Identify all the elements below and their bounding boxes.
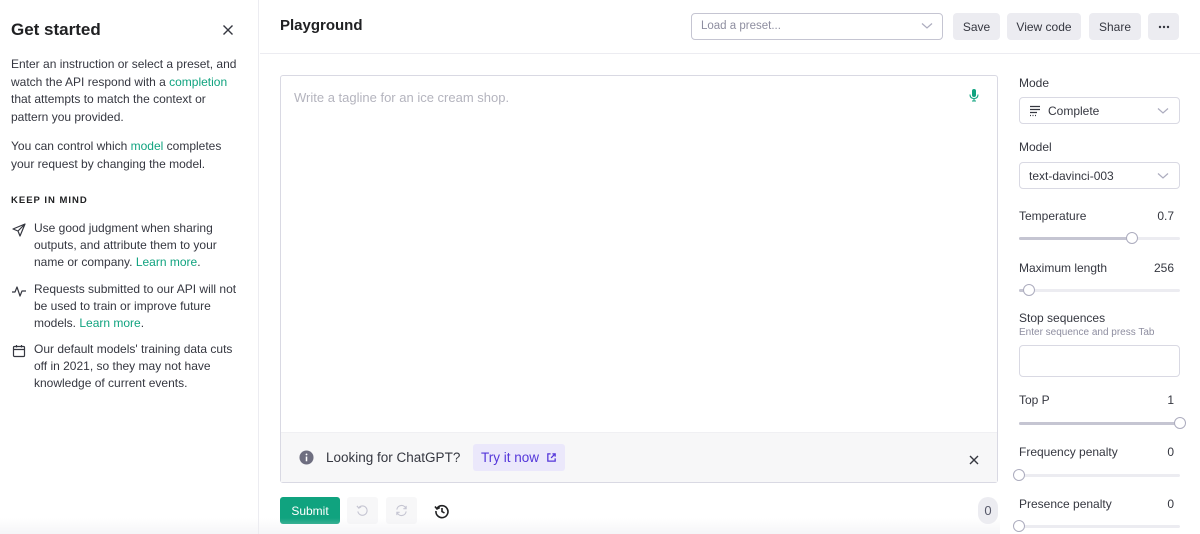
chatgpt-banner: Looking for ChatGPT? Try it now xyxy=(281,432,997,482)
token-count: 0 xyxy=(978,497,998,524)
slider-track xyxy=(1019,289,1180,292)
view-code-button[interactable]: View code xyxy=(1007,13,1081,40)
model-label: Model xyxy=(1019,140,1052,154)
model-link[interactable]: model xyxy=(131,139,164,153)
frequency-penalty-value: 0 xyxy=(1167,445,1174,459)
share-button[interactable]: Share xyxy=(1089,13,1141,40)
tip-item: Our default models' training data cuts o… xyxy=(11,341,247,392)
model-select[interactable]: text-davinci-003 xyxy=(1019,162,1180,189)
top-p-label: Top P xyxy=(1019,393,1050,407)
learn-more-link[interactable]: Learn more xyxy=(79,316,140,330)
close-banner-button[interactable] xyxy=(969,452,979,470)
history-button[interactable] xyxy=(426,497,457,524)
microphone-button[interactable] xyxy=(969,88,979,107)
history-icon xyxy=(433,504,449,518)
model-paragraph: You can control which model completes yo… xyxy=(11,138,243,173)
top-p-value: 1 xyxy=(1167,393,1174,407)
slider-fill xyxy=(1019,422,1180,425)
more-icon xyxy=(1158,25,1169,28)
frequency-penalty-label: Frequency penalty xyxy=(1019,445,1118,459)
slider-thumb[interactable] xyxy=(1013,520,1025,532)
load-preset-select[interactable]: Load a preset... xyxy=(691,13,943,40)
close-sidebar-button[interactable] xyxy=(220,22,236,38)
tip-suffix: . xyxy=(140,316,145,330)
top-p-slider[interactable] xyxy=(1019,417,1186,429)
preset-placeholder: Load a preset... xyxy=(701,20,781,32)
chevron-down-icon xyxy=(921,23,933,29)
chevron-down-icon xyxy=(1157,173,1169,179)
banner-text: Looking for ChatGPT? xyxy=(326,450,461,465)
slider-thumb[interactable] xyxy=(1174,417,1186,429)
intro-paragraph: Enter an instruction or select a preset,… xyxy=(11,56,243,126)
regenerate-icon xyxy=(396,504,407,517)
tip-text: Our default models' training data cuts o… xyxy=(34,342,233,390)
undo-button[interactable] xyxy=(347,497,378,524)
slider-thumb[interactable] xyxy=(1013,469,1025,481)
try-it-now-link[interactable]: Try it now xyxy=(473,444,566,471)
header: Playground Load a preset... Save View co… xyxy=(260,0,1200,54)
max-length-value: 256 xyxy=(1153,261,1174,275)
presence-penalty-label: Presence penalty xyxy=(1019,497,1112,511)
prompt-editor: Looking for ChatGPT? Try it now xyxy=(280,75,998,483)
mode-label: Mode xyxy=(1019,76,1050,90)
temperature-label: Temperature xyxy=(1019,209,1087,223)
intro-text-end: that attempts to match the context or pa… xyxy=(11,92,206,124)
slider-thumb[interactable] xyxy=(1022,284,1035,296)
learn-more-link[interactable]: Learn more xyxy=(136,255,197,269)
max-length-slider[interactable] xyxy=(1019,284,1180,296)
keep-in-mind-heading: KEEP IN MIND xyxy=(11,195,88,206)
tip-item: Use good judgment when sharing outputs, … xyxy=(11,220,247,271)
chevron-down-icon xyxy=(1157,108,1169,114)
close-icon xyxy=(223,25,233,35)
mode-value: Complete xyxy=(1048,103,1100,118)
info-icon xyxy=(299,450,314,465)
tip-item: Requests submitted to our API will not b… xyxy=(11,281,247,332)
close-icon xyxy=(969,455,979,465)
activity-icon xyxy=(12,286,26,297)
calendar-icon xyxy=(12,345,26,358)
frequency-penalty-slider[interactable] xyxy=(1013,469,1180,481)
get-started-sidebar: Get started Enter an instruction or sele… xyxy=(0,0,259,534)
microphone-icon xyxy=(969,89,979,102)
try-it-now-label: Try it now xyxy=(481,450,540,465)
slider-track xyxy=(1019,525,1180,528)
temperature-slider[interactable] xyxy=(1019,232,1180,244)
mode-select[interactable]: Complete xyxy=(1019,97,1180,124)
presence-penalty-value: 0 xyxy=(1167,497,1174,511)
completion-link[interactable]: completion xyxy=(169,75,227,89)
temperature-value: 0.7 xyxy=(1157,209,1174,223)
model-text: You can control which xyxy=(11,139,131,153)
stop-sequences-hint: Enter sequence and press Tab xyxy=(1019,327,1155,338)
external-link-icon xyxy=(547,453,556,462)
model-value: text-davinci-003 xyxy=(1029,168,1114,183)
save-button[interactable]: Save xyxy=(953,13,1000,40)
presence-penalty-slider[interactable] xyxy=(1013,520,1180,532)
complete-mode-icon xyxy=(1030,105,1040,116)
slider-thumb[interactable] xyxy=(1125,232,1138,244)
max-length-label: Maximum length xyxy=(1019,261,1108,275)
regenerate-button[interactable] xyxy=(386,497,417,524)
submit-button[interactable]: Submit xyxy=(280,497,340,524)
more-options-button[interactable] xyxy=(1148,13,1179,40)
stop-sequences-label: Stop sequences xyxy=(1019,311,1106,325)
page-title: Playground xyxy=(280,17,363,34)
send-icon xyxy=(12,223,26,237)
prompt-input[interactable] xyxy=(281,76,997,432)
slider-fill xyxy=(1019,237,1132,240)
slider-track xyxy=(1019,474,1180,477)
undo-icon xyxy=(356,505,368,516)
stop-sequences-input[interactable] xyxy=(1019,345,1180,377)
sidebar-title: Get started xyxy=(11,20,101,39)
tip-suffix: . xyxy=(197,255,201,269)
